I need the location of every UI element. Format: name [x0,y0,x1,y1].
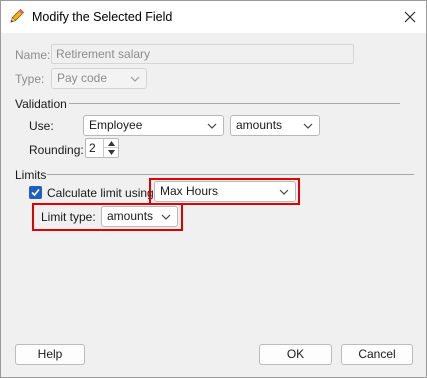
title-bar: Modify the Selected Field [1,1,426,33]
close-icon[interactable] [394,1,426,33]
type-label: Type: [15,72,45,86]
rounding-value: 2 [89,141,96,155]
rounding-label: Rounding: [29,143,84,157]
use-value: Employee [89,118,143,132]
limit-type-select[interactable]: amounts [101,206,178,227]
use-label: Use: [29,119,54,133]
validation-divider [69,103,400,104]
type-value: Pay code [57,71,108,85]
name-label: Name: [15,48,51,62]
name-field: Retirement salary [51,44,354,64]
type-select: Pay code [51,68,147,89]
calc-limit-select[interactable]: Max Hours [154,181,296,202]
limits-header: Limits [15,168,47,182]
chevron-down-icon [278,185,290,197]
calculate-limit-label[interactable]: Calculate limit using: [47,186,157,200]
unit-select[interactable]: amounts [230,115,320,136]
cancel-button[interactable]: Cancel [341,344,413,365]
window-title: Modify the Selected Field [32,10,173,24]
calculate-limit-checkbox[interactable] [29,186,42,199]
rounding-spinner[interactable]: 2 [85,138,119,158]
validation-header: Validation [15,97,67,111]
unit-value: amounts [236,118,283,132]
chevron-down-icon [160,210,172,222]
ok-button[interactable]: OK [259,344,332,365]
chevron-down-icon [129,72,141,84]
limit-type-value: amounts [107,209,154,223]
chevron-down-icon [302,119,314,131]
spin-down-icon[interactable] [104,148,118,157]
pencil-icon [8,7,26,25]
name-value: Retirement salary [56,47,151,61]
calc-limit-value: Max Hours [160,184,219,198]
chevron-down-icon [206,119,218,131]
use-select[interactable]: Employee [83,115,224,136]
help-button[interactable]: Help [15,344,85,365]
limits-divider [47,174,414,175]
limit-type-label: Limit type: [41,210,96,224]
dialog-window: Modify the Selected Field Name: Retireme… [0,0,427,378]
spin-up-icon[interactable] [104,139,118,148]
